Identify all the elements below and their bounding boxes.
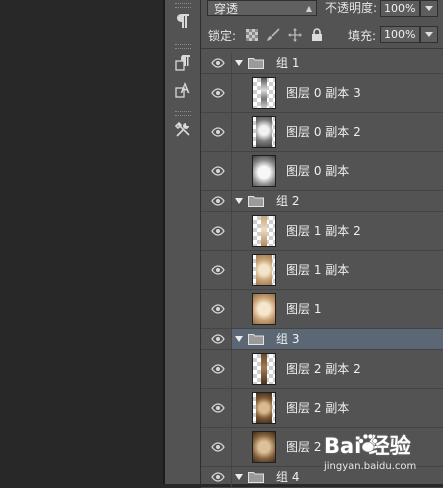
document-canvas bbox=[0, 0, 163, 484]
layer-thumbnail bbox=[252, 155, 276, 187]
eye-icon bbox=[211, 127, 225, 137]
visibility-toggle[interactable] bbox=[201, 191, 232, 211]
lock-transparent-pixels-icon[interactable] bbox=[245, 28, 259, 42]
layer-thumbnail bbox=[252, 293, 276, 325]
eye-icon bbox=[211, 166, 225, 176]
visibility-toggle[interactable] bbox=[201, 251, 232, 289]
baidu-jingyan-watermark: Bai 经验 jingyan.baidu.com bbox=[316, 430, 441, 476]
visibility-toggle[interactable] bbox=[201, 53, 232, 73]
paragraph-icon[interactable] bbox=[171, 10, 195, 32]
layer-group-row[interactable]: 组 2 bbox=[201, 191, 443, 212]
chevron-down-icon bbox=[425, 6, 433, 11]
strip-grip[interactable] bbox=[175, 3, 191, 8]
layer-name: 图层 0 副本 3 bbox=[286, 86, 361, 100]
paragraph-styles-icon[interactable] bbox=[171, 52, 195, 74]
group-name: 组 3 bbox=[276, 332, 300, 346]
eye-icon bbox=[211, 58, 225, 68]
group-name: 组 2 bbox=[276, 194, 300, 208]
expand-triangle-icon[interactable] bbox=[235, 336, 243, 342]
tool-presets-icon[interactable] bbox=[171, 119, 195, 141]
panel-icon-strip bbox=[165, 0, 201, 484]
fill-label: 填充: bbox=[348, 29, 377, 43]
character-styles-icon[interactable] bbox=[171, 79, 195, 101]
visibility-toggle[interactable] bbox=[201, 290, 232, 328]
eye-icon bbox=[211, 265, 225, 275]
folder-icon bbox=[248, 334, 264, 345]
strip-grip[interactable] bbox=[175, 44, 191, 49]
layer-row[interactable]: 图层 1 副本 bbox=[201, 251, 443, 290]
visibility-toggle[interactable] bbox=[201, 467, 232, 487]
folder-icon bbox=[248, 472, 264, 483]
blend-mode-select[interactable]: 穿透 ▲ bbox=[207, 0, 317, 16]
watermark-url: jingyan.baidu.com bbox=[324, 461, 417, 472]
layer-group-row[interactable]: 组 3 bbox=[201, 329, 443, 350]
group-name: 组 4 bbox=[276, 470, 300, 484]
layer-row[interactable]: 图层 2 副本 2 bbox=[201, 350, 443, 389]
folder-icon bbox=[248, 196, 264, 207]
layer-name: 图层 0 副本 bbox=[286, 164, 350, 178]
layers-list: 组 1 图层 0 副本 3 图层 0 副本 2 图层 0 副本 组 2 图层 1… bbox=[201, 53, 443, 488]
visibility-toggle[interactable] bbox=[201, 350, 232, 388]
visibility-toggle[interactable] bbox=[201, 152, 232, 190]
eye-icon bbox=[211, 334, 225, 344]
lock-fill-bar: 锁定: 填充: 100% bbox=[201, 22, 443, 49]
layer-name: 图层 0 副本 2 bbox=[286, 125, 361, 139]
layers-panel: 穿透 ▲ 不透明度: 100% 锁定: 填充: 100% 组 1 图层 0 副本… bbox=[201, 0, 443, 488]
expand-triangle-icon[interactable] bbox=[235, 60, 243, 66]
layer-row[interactable]: 图层 0 副本 bbox=[201, 152, 443, 191]
layer-name: 图层 1 副本 bbox=[286, 263, 350, 277]
strip-grip[interactable] bbox=[175, 111, 191, 116]
expand-triangle-icon[interactable] bbox=[235, 474, 243, 480]
visibility-toggle[interactable] bbox=[201, 329, 232, 349]
layer-thumbnail bbox=[252, 77, 276, 109]
visibility-toggle[interactable] bbox=[201, 113, 232, 151]
lock-all-icon[interactable] bbox=[310, 28, 324, 42]
layer-thumbnail bbox=[252, 215, 276, 247]
opacity-dropdown-button[interactable] bbox=[420, 0, 438, 17]
layer-row[interactable]: 图层 1 副本 2 bbox=[201, 212, 443, 251]
eye-icon bbox=[211, 403, 225, 413]
layer-group-row[interactable]: 组 1 bbox=[201, 53, 443, 74]
eye-icon bbox=[211, 364, 225, 374]
layer-name: 图层 1 副本 2 bbox=[286, 224, 361, 238]
eye-icon bbox=[211, 304, 225, 314]
layer-row[interactable]: 图层 2 副本 bbox=[201, 389, 443, 428]
layer-thumbnail bbox=[252, 116, 276, 148]
lock-image-pixels-icon[interactable] bbox=[266, 28, 280, 42]
folder-icon bbox=[248, 58, 264, 69]
layer-thumbnail bbox=[252, 392, 276, 424]
layer-name: 图层 2 副本 2 bbox=[286, 362, 361, 376]
visibility-toggle[interactable] bbox=[201, 428, 232, 466]
lock-position-icon[interactable] bbox=[288, 28, 302, 42]
blend-mode-value: 穿透 bbox=[214, 2, 239, 16]
layer-row[interactable]: 图层 1 bbox=[201, 290, 443, 329]
eye-icon bbox=[211, 442, 225, 452]
visibility-toggle[interactable] bbox=[201, 389, 232, 427]
visibility-toggle[interactable] bbox=[201, 74, 232, 112]
lock-label: 锁定: bbox=[208, 29, 237, 43]
updown-arrow-icon: ▲ bbox=[305, 4, 312, 13]
opacity-label: 不透明度: bbox=[325, 1, 378, 15]
fill-input[interactable]: 100% bbox=[380, 26, 420, 43]
layer-name: 图层 2 副本 bbox=[286, 401, 350, 415]
eye-icon bbox=[211, 472, 225, 482]
group-name: 组 1 bbox=[276, 56, 300, 70]
chevron-down-icon bbox=[425, 32, 433, 37]
layer-thumbnail bbox=[252, 431, 276, 463]
eye-icon bbox=[211, 196, 225, 206]
eye-icon bbox=[211, 88, 225, 98]
blend-opacity-bar: 穿透 ▲ 不透明度: 100% bbox=[201, 0, 443, 20]
visibility-toggle[interactable] bbox=[201, 212, 232, 250]
paw-icon bbox=[358, 433, 378, 453]
expand-triangle-icon[interactable] bbox=[235, 198, 243, 204]
layer-thumbnail bbox=[252, 353, 276, 385]
layer-row[interactable]: 图层 0 副本 2 bbox=[201, 113, 443, 152]
layer-thumbnail bbox=[252, 254, 276, 286]
eye-icon bbox=[211, 226, 225, 236]
layer-name: 图层 1 bbox=[286, 302, 322, 316]
opacity-input[interactable]: 100% bbox=[380, 0, 420, 17]
layer-row[interactable]: 图层 0 副本 3 bbox=[201, 74, 443, 113]
fill-dropdown-button[interactable] bbox=[420, 26, 438, 43]
